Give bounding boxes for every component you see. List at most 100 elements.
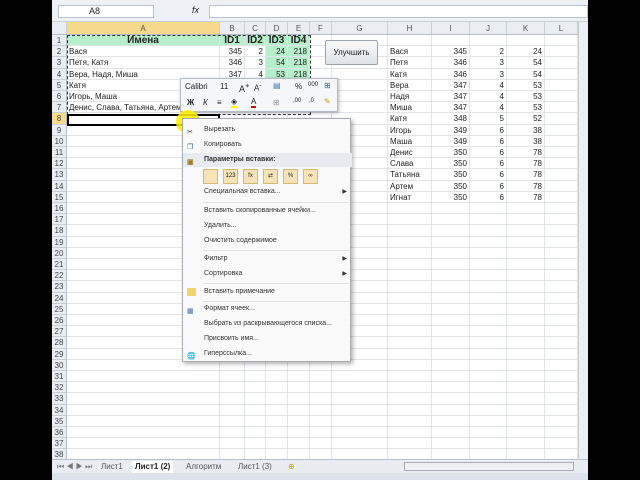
cell[interactable] <box>266 427 288 439</box>
cell[interactable] <box>388 415 432 427</box>
cell[interactable]: 350 <box>432 158 470 170</box>
cell[interactable] <box>332 68 388 80</box>
cell[interactable] <box>266 415 288 427</box>
cell[interactable] <box>545 68 578 80</box>
cell[interactable] <box>470 315 507 327</box>
row-header-14[interactable]: 14 <box>52 180 67 192</box>
cell[interactable] <box>545 214 578 226</box>
cell[interactable]: 350 <box>432 169 470 181</box>
cell[interactable]: Петя, Катя <box>67 57 220 69</box>
cell[interactable] <box>266 382 288 394</box>
horizontal-scrollbar[interactable] <box>404 462 574 471</box>
cell[interactable] <box>507 214 545 226</box>
cell[interactable] <box>507 427 545 439</box>
cell[interactable]: Игнат <box>388 191 432 203</box>
cell[interactable] <box>266 371 288 383</box>
cell[interactable]: 349 <box>432 135 470 147</box>
improve-button[interactable]: Улучшить <box>325 40 378 65</box>
shrink-font-icon[interactable]: A- <box>254 82 262 93</box>
cell[interactable] <box>388 35 432 47</box>
cell[interactable] <box>388 281 432 293</box>
column-header-L[interactable]: L <box>545 22 578 35</box>
cell[interactable] <box>545 46 578 58</box>
cell[interactable]: Игорь <box>388 124 432 136</box>
cell[interactable]: 24 <box>266 46 288 58</box>
cell[interactable]: 3 <box>245 57 266 69</box>
cell[interactable] <box>432 393 470 405</box>
cell[interactable] <box>545 404 578 416</box>
cell[interactable] <box>507 292 545 304</box>
cell[interactable] <box>545 303 578 315</box>
column-header-G[interactable]: G <box>332 22 388 35</box>
cell[interactable] <box>388 236 432 248</box>
cell[interactable]: 218 <box>288 57 310 69</box>
cell[interactable] <box>310 438 332 450</box>
cell[interactable]: 3 <box>470 57 507 69</box>
tab-list1[interactable]: Лист1 <box>98 461 126 473</box>
cell[interactable]: 78 <box>507 158 545 170</box>
cell[interactable] <box>245 427 266 439</box>
cell[interactable] <box>507 236 545 248</box>
row-header-10[interactable]: 10 <box>52 135 67 147</box>
cell[interactable] <box>545 348 578 360</box>
row-header-18[interactable]: 18 <box>52 225 67 237</box>
cell[interactable] <box>545 427 578 439</box>
paste-link-icon[interactable]: ∞ <box>303 169 318 184</box>
tab-list1-2[interactable]: Лист1 (2) <box>132 461 174 473</box>
cell[interactable] <box>310 371 332 383</box>
cell[interactable] <box>470 359 507 371</box>
tab-algorithm[interactable]: Алгоритм <box>183 461 224 473</box>
cell[interactable]: 348 <box>432 113 470 125</box>
cell[interactable] <box>545 259 578 271</box>
cell[interactable] <box>388 326 432 338</box>
cell[interactable]: 4 <box>470 102 507 114</box>
cell[interactable] <box>67 415 220 427</box>
cell[interactable] <box>388 337 432 349</box>
cell[interactable] <box>470 203 507 215</box>
cell[interactable] <box>220 404 245 416</box>
cell[interactable]: 6 <box>470 180 507 192</box>
row-header-22[interactable]: 22 <box>52 270 67 282</box>
cell[interactable] <box>545 393 578 405</box>
cell[interactable] <box>432 270 470 282</box>
cell[interactable]: Артем <box>388 180 432 192</box>
cell[interactable]: 347 <box>432 91 470 103</box>
cell[interactable] <box>545 225 578 237</box>
cell[interactable] <box>507 315 545 327</box>
merge-icon[interactable]: ⊞ <box>324 81 331 90</box>
cell[interactable] <box>545 247 578 259</box>
cell[interactable] <box>470 337 507 349</box>
row-header-15[interactable]: 15 <box>52 191 67 203</box>
menu-delete[interactable]: Удалить... <box>183 219 352 233</box>
cell[interactable] <box>545 102 578 114</box>
cell[interactable] <box>245 393 266 405</box>
cell[interactable]: ID4 <box>288 35 310 47</box>
font-size-select[interactable]: 11 <box>220 82 228 91</box>
cell[interactable] <box>332 393 388 405</box>
cell[interactable]: 2 <box>245 46 266 58</box>
cell[interactable] <box>432 326 470 338</box>
cell[interactable] <box>470 438 507 450</box>
cell[interactable] <box>67 438 220 450</box>
cell[interactable] <box>432 259 470 271</box>
cell[interactable] <box>507 359 545 371</box>
italic-button[interactable]: К <box>203 98 208 107</box>
column-header-E[interactable]: E <box>288 22 310 35</box>
cell[interactable] <box>432 214 470 226</box>
cell[interactable] <box>432 438 470 450</box>
cell[interactable] <box>470 259 507 271</box>
menu-pick-list[interactable]: Выбрать из раскрывающегося списка... <box>183 317 352 331</box>
cell[interactable]: 350 <box>432 180 470 192</box>
cell[interactable] <box>332 427 388 439</box>
cell[interactable] <box>432 225 470 237</box>
cell[interactable] <box>388 203 432 215</box>
cell[interactable]: 350 <box>432 191 470 203</box>
row-header-20[interactable]: 20 <box>52 247 67 259</box>
cell[interactable] <box>545 169 578 181</box>
cell[interactable] <box>507 225 545 237</box>
cell[interactable]: Вера <box>388 79 432 91</box>
cell[interactable] <box>388 225 432 237</box>
cell[interactable]: 6 <box>470 147 507 159</box>
row-header-19[interactable]: 19 <box>52 236 67 248</box>
cell[interactable] <box>332 438 388 450</box>
